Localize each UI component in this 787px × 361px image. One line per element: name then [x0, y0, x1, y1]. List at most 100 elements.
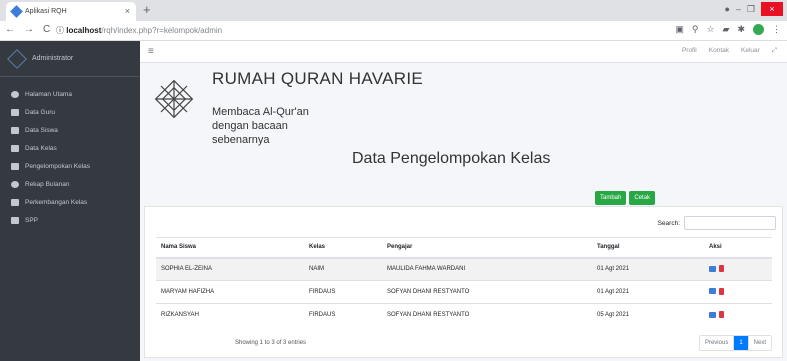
user-icon — [11, 126, 19, 134]
close-tab-icon[interactable]: × — [125, 6, 130, 16]
new-tab-icon[interactable]: + — [143, 3, 151, 17]
account-icon[interactable]: ● — [724, 4, 729, 14]
cell-pengajar: MAULIDA FAHMA WARDANI — [382, 257, 592, 281]
col-pengajar[interactable]: Pengajar — [382, 237, 592, 259]
edit-icon[interactable] — [709, 265, 716, 272]
sidebar: Administrator Halaman Utama Data Guru Da… — [0, 41, 140, 361]
cell-kelas: NAIM — [304, 257, 382, 281]
brand-logo-icon — [7, 48, 27, 69]
sidebar-item-label: Data Guru — [25, 108, 55, 116]
reload-icon[interactable]: C — [43, 24, 50, 35]
favicon-icon — [10, 5, 23, 18]
tab-title: Aplikasi RQH — [25, 8, 67, 15]
menu-icon[interactable]: ⋮ — [772, 24, 781, 35]
search-box: Search: — [658, 216, 776, 230]
translate-icon[interactable]: ▣ — [675, 24, 684, 35]
sidebar-item-halaman-utama[interactable]: Halaman Utama — [0, 85, 140, 103]
delete-icon[interactable] — [719, 311, 724, 318]
tambah-button[interactable]: Tambah — [595, 191, 627, 205]
edit-icon[interactable] — [709, 288, 716, 295]
sidebar-menu: Halaman Utama Data Guru Data Siswa Data … — [0, 77, 140, 229]
site-logo-icon — [154, 79, 194, 119]
url-host: localhost — [66, 26, 102, 35]
col-kelas[interactable]: Kelas — [304, 237, 382, 259]
col-nama-siswa[interactable]: Nama Siswa — [156, 237, 304, 259]
cell-kelas: FIRDAUS — [304, 303, 382, 327]
data-table: Nama Siswa Kelas Pengajar Tanggal Aksi S… — [156, 237, 772, 327]
browser-nav: ← → C — [5, 24, 50, 35]
search-input[interactable] — [684, 216, 776, 230]
sidebar-item-rekap-bulanan[interactable]: Rekap Bulanan — [0, 175, 140, 193]
table-header-row: Nama Siswa Kelas Pengajar Tanggal Aksi — [156, 237, 772, 259]
col-tanggal[interactable]: Tanggal — [592, 237, 704, 259]
maximize-icon[interactable]: ❐ — [747, 4, 755, 15]
table-icon — [11, 162, 19, 170]
cell-aksi — [704, 303, 772, 327]
zoom-icon[interactable]: ⚲ — [692, 24, 699, 35]
table-icon — [11, 108, 19, 116]
minimize-icon[interactable]: – — [736, 4, 741, 14]
cell-tanggal: 01 Agt 2021 — [592, 280, 704, 304]
fullscreen-icon[interactable]: ⤢ — [772, 47, 777, 55]
edit-icon[interactable] — [709, 311, 716, 318]
sidebar-item-label: Perkembangan Kelas — [25, 198, 88, 206]
table-row: RIZKANSYAH FIRDAUS SOFYAN DHANI RESTYANT… — [156, 303, 772, 327]
sidebar-item-data-guru[interactable]: Data Guru — [0, 103, 140, 121]
back-icon[interactable]: ← — [5, 24, 15, 35]
hamburger-menu-icon[interactable]: ≡ — [148, 46, 154, 57]
close-window-icon[interactable]: × — [761, 2, 783, 16]
cell-tanggal: 01 Agt 2021 — [592, 257, 704, 281]
table-row: MARYAM HAFIZHA FIRDAUS SOFYAN DHANI REST… — [156, 280, 772, 304]
cell-aksi — [704, 257, 772, 281]
col-aksi: Aksi — [704, 237, 772, 259]
pager-page-1[interactable]: 1 — [734, 336, 749, 350]
puzzle-icon[interactable]: ✱ — [737, 24, 745, 35]
sidebar-item-data-siswa[interactable]: Data Siswa — [0, 121, 140, 139]
extensions: ▣ ⚲ ☆ ▰ ✱ ⋮ — [675, 24, 781, 35]
browser-tab[interactable]: Aplikasi RQH × — [6, 2, 136, 21]
sidebar-item-label: Rekap Bulanan — [25, 180, 70, 188]
pager-next[interactable]: Next — [749, 336, 771, 350]
nav-keluar-link[interactable]: Keluar — [741, 47, 760, 55]
top-navbar: ≡ Profil Kontak Keluar ⤢ — [140, 41, 787, 63]
user-icon — [11, 144, 19, 152]
extension-icon[interactable]: ▰ — [723, 24, 730, 35]
page-title: Data Pengelompokan Kelas — [352, 150, 551, 167]
site-subtitle: Membaca Al-Qur'an dengan bacaan sebenarn… — [212, 106, 309, 146]
brand-label: Administrator — [32, 55, 74, 62]
sidebar-brand[interactable]: Administrator — [0, 41, 140, 77]
url-field[interactable]: ⓘ localhost/rqh/index.php?r=kelompok/adm… — [56, 24, 222, 38]
sidebar-item-label: Halaman Utama — [25, 90, 72, 98]
search-label: Search: — [657, 219, 680, 227]
window-controls: ● – ❐ × — [724, 2, 783, 16]
nav-profil-link[interactable]: Profil — [682, 47, 697, 55]
browser-tab-strip: Aplikasi RQH × + ● – ❐ × — [0, 0, 787, 21]
address-bar: ← → C ⓘ localhost/rqh/index.php?r=kelomp… — [0, 21, 787, 41]
star-icon[interactable]: ☆ — [706, 24, 714, 35]
clock-icon — [11, 180, 19, 188]
profile-icon[interactable] — [753, 24, 764, 35]
sidebar-item-data-kelas[interactable]: Data Kelas — [0, 139, 140, 157]
sidebar-item-perkembangan-kelas[interactable]: Perkembangan Kelas — [0, 193, 140, 211]
delete-icon[interactable] — [719, 265, 724, 272]
delete-icon[interactable] — [719, 287, 724, 295]
sidebar-item-label: Pengelompokan Kelas — [25, 162, 91, 170]
top-nav-links: Profil Kontak Keluar ⤢ — [682, 47, 777, 55]
cell-pengajar: SOFYAN DHANI RESTYANTO — [382, 303, 592, 327]
table-info: Showing 1 to 3 of 3 entries — [235, 340, 307, 346]
pager-previous[interactable]: Previous — [700, 336, 735, 350]
cell-nama: MARYAM HAFIZHA — [156, 280, 304, 304]
nav-kontak-link[interactable]: Kontak — [709, 47, 729, 55]
sidebar-item-pengelompokan-kelas[interactable]: Pengelompokan Kelas — [0, 157, 140, 175]
dashboard-icon — [11, 90, 19, 98]
sidebar-item-label: SPP — [25, 216, 39, 224]
cell-nama: RIZKANSYAH — [156, 303, 304, 327]
sidebar-item-label: Data Kelas — [25, 144, 57, 152]
pagination: Previous 1 Next — [698, 335, 772, 351]
info-icon: ⓘ — [56, 26, 67, 35]
cell-tanggal: 05 Agt 2021 — [592, 303, 704, 327]
forward-icon[interactable]: → — [24, 24, 34, 35]
cetak-button[interactable]: Cetak — [629, 191, 656, 205]
cell-kelas: FIRDAUS — [304, 280, 382, 304]
sidebar-item-spp[interactable]: SPP — [0, 211, 140, 229]
